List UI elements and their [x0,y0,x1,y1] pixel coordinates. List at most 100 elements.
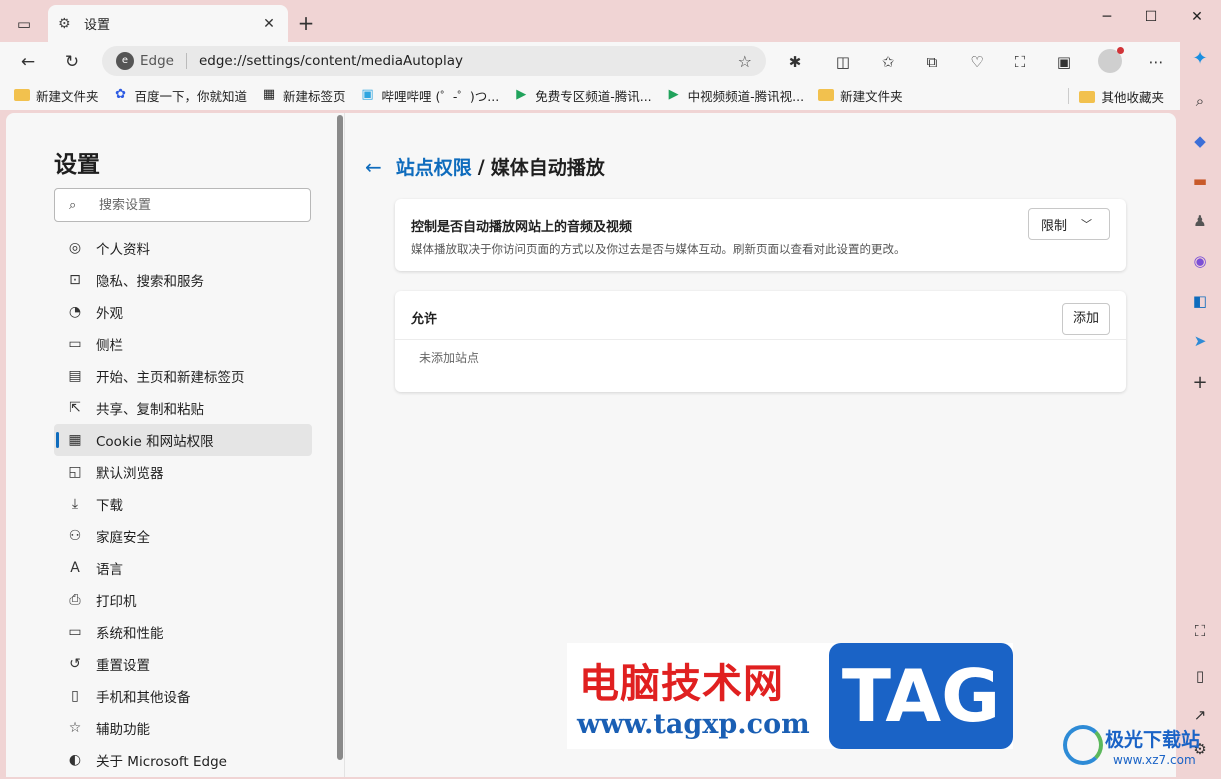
settings-nav: 设置 ⌕ ◎ 个人资料 ⊡ 隐私、搜索和服务 ◔ 外观 ▭ 侧栏 ▤ 开始、主页和新建标签… [6,113,336,777]
laptop-icon: ▭ [68,624,82,640]
nav-label: 打印机 [96,594,137,610]
copilot-icon[interactable]: ✦ [1187,46,1213,72]
screenshot-icon[interactable]: ⛶ [1008,50,1032,74]
bookmark-item[interactable]: 新建文件夹 [14,86,99,105]
family-icon: ⚇ [68,528,82,544]
allow-list-card: 允许 添加 未添加站点 [395,291,1126,392]
nav-item-profile[interactable]: ◎ 个人资料 [54,232,312,264]
refresh-button[interactable]: ↻ [58,48,86,76]
microsoft-365-icon[interactable]: ◉ [1187,248,1213,274]
edge-icon: e [116,52,134,70]
folder-icon [1079,90,1096,103]
nav-item-privacy[interactable]: ⊡ 隐私、搜索和服务 [54,264,312,296]
extensions-icon[interactable]: ✱ [783,50,807,74]
nav-scrollbar[interactable] [336,113,344,777]
tab-settings[interactable]: ⚙ 设置 ✕ [48,5,288,42]
nav-item-reset[interactable]: ↺ 重置设置 [54,648,312,680]
nav-item-accessibility[interactable]: ☆ 辅助功能 [54,712,312,744]
favorite-star-icon[interactable]: ☆ [738,52,752,71]
search-input[interactable] [99,197,299,213]
breadcrumb-separator: / [477,155,485,178]
send-icon[interactable]: ➤ [1187,328,1213,354]
close-window-button[interactable]: ✕ [1174,4,1220,30]
games-icon[interactable]: ♟ [1187,208,1213,234]
nav-label: 共享、复制和粘贴 [96,402,204,418]
browser-essentials-icon[interactable]: ♡ [965,50,989,74]
url-text[interactable]: edge://settings/content/mediaAutoplay [199,53,738,69]
shopping-tag-icon[interactable]: ◆ [1187,128,1213,154]
nav-label: 默认浏览器 [96,466,164,482]
collections-icon[interactable]: ⧉ [920,50,944,74]
minimize-button[interactable]: ─ [1084,4,1130,30]
edge-icon: ◐ [68,752,82,768]
add-site-button[interactable]: 添加 [1062,303,1110,335]
split-screen-icon[interactable]: ◫ [831,50,855,74]
other-favorites[interactable]: 其他收藏夹 [1079,87,1164,106]
watermark-banner: 电脑技术网 www.tagxp.com TAG [567,643,1013,749]
nav-item-printer[interactable]: ⎙ 打印机 [54,584,312,616]
bookmark-label: 百度一下，你就知道 [134,88,248,104]
nav-item-about[interactable]: ◐ 关于 Microsoft Edge [54,744,312,776]
profile-avatar[interactable] [1098,47,1124,73]
bilibili-icon: ▣ [361,87,374,102]
bookmark-item[interactable]: ▦ 新建标签页 [261,86,346,105]
site-permissions-icon: ▦ [68,432,82,448]
back-arrow-icon[interactable]: ← [365,155,382,179]
nav-item-phone[interactable]: ▯ 手机和其他设备 [54,680,312,712]
nav-label: 下载 [96,498,123,514]
watermark-site-url: www.xz7.com [1113,753,1196,767]
bookmark-item[interactable]: ▶ 中视频频道-腾讯视... [666,86,804,105]
scrollbar-thumb[interactable] [337,115,343,760]
nav-label: 个人资料 [96,242,150,258]
bookmark-item[interactable]: 新建文件夹 [818,86,903,105]
autoplay-selected-value: 限制 [1041,218,1068,234]
nav-item-share[interactable]: ⇱ 共享、复制和粘贴 [54,392,312,424]
favorites-icon[interactable]: ✩ [876,50,900,74]
search-icon[interactable]: ⌕ [1187,88,1213,114]
bookmarks-bar: 新建文件夹 ✿ 百度一下，你就知道 ▦ 新建标签页 ▣ 哔哩哔哩 (゜-゜)つ... … [0,80,1180,110]
nav-item-downloads[interactable]: ⤓ 下载 [54,488,312,520]
nav-item-sidebar[interactable]: ▭ 侧栏 [54,328,312,360]
autoplay-dropdown[interactable]: 限制 ﹀ [1028,208,1110,240]
language-icon: A [70,560,80,576]
screenshot-icon[interactable]: ⛶ [1187,618,1213,644]
copilot-panel-icon[interactable]: ▣ [1052,50,1076,74]
lock-icon: ⊡ [69,272,81,288]
search-box[interactable]: ⌕ [54,188,311,222]
settings-title: 设置 [54,152,100,178]
printer-icon: ⎙ [69,592,81,608]
sidebar-toggle-icon[interactable]: ▯ [1187,663,1213,689]
nav-item-cookies-permissions[interactable]: ▦ Cookie 和网站权限 [54,424,312,456]
page-title: 媒体自动播放 [490,157,605,179]
notification-dot [1117,47,1124,54]
tools-icon[interactable]: ▬ [1187,168,1213,194]
palette-icon: ◔ [68,304,82,320]
chevron-down-icon: ﹀ [1081,218,1093,231]
newtab-icon: ▦ [262,87,276,102]
new-tab-button[interactable]: + [294,12,318,36]
nav-label: 重置设置 [96,658,150,674]
download-icon: ⤓ [71,496,79,512]
breadcrumb-site-permissions[interactable]: 站点权限 [396,153,472,180]
tab-actions-icon[interactable]: ▭ [10,10,38,38]
baidu-icon: ✿ [115,87,126,102]
allow-title: 允许 [411,312,438,327]
add-icon[interactable]: + [1187,370,1213,396]
nav-item-appearance[interactable]: ◔ 外观 [54,296,312,328]
edge-sidebar: ✦ ⌕ ◆ ▬ ♟ ◉ ◧ ➤ + ⛶ ▯ ↗ ⚙ [1180,42,1221,779]
bookmark-item[interactable]: ✿ 百度一下，你就知道 [113,86,248,105]
nav-item-language[interactable]: A 语言 [54,552,312,584]
address-bar[interactable]: e Edge edge://settings/content/mediaAuto… [102,46,766,76]
nav-item-system[interactable]: ▭ 系统和性能 [54,616,312,648]
close-tab-icon[interactable]: ✕ [260,16,278,32]
more-menu-icon[interactable]: ⋯ [1144,50,1168,74]
nav-item-default-browser[interactable]: ◱ 默认浏览器 [54,456,312,488]
bookmark-item[interactable]: ▶ 免费专区频道-腾讯... [513,86,651,105]
phone-icon: ▯ [71,688,79,704]
nav-item-family[interactable]: ⚇ 家庭安全 [54,520,312,552]
outlook-icon[interactable]: ◧ [1187,288,1213,314]
maximize-button[interactable]: ☐ [1128,4,1174,30]
bookmark-item[interactable]: ▣ 哔哩哔哩 (゜-゜)つ... [360,86,499,105]
back-button[interactable]: ← [14,48,42,76]
nav-item-start-home[interactable]: ▤ 开始、主页和新建标签页 [54,360,312,392]
